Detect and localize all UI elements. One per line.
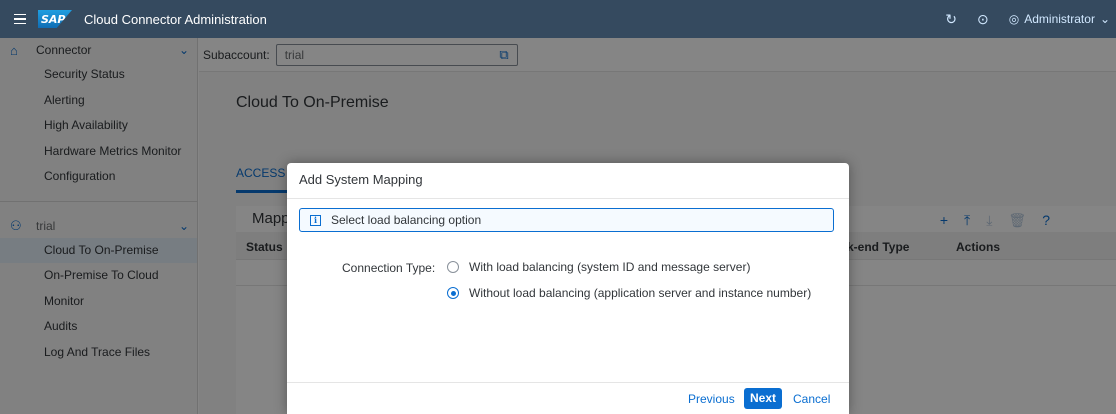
info-message: Select load balancing option [331,213,482,227]
logout-icon[interactable]: ⊙ [977,11,989,28]
user-menu[interactable]: ◎ Administrator ⌄ [1009,12,1110,26]
add-system-mapping-dialog: Add System Mapping i Select load balanci… [287,163,849,414]
radio-label: Without load balancing (application serv… [469,286,812,300]
cancel-button[interactable]: Cancel [793,392,830,406]
previous-button[interactable]: Previous [688,392,735,406]
dialog-footer: Previous Next Cancel [287,382,849,414]
menu-icon[interactable] [14,13,26,25]
next-button[interactable]: Next [744,388,783,409]
radio-button[interactable] [447,287,459,299]
sap-logo: SAP [38,10,72,28]
app-title: Cloud Connector Administration [84,11,267,27]
radio-label: With load balancing (system ID and messa… [469,260,751,274]
shell-bar: SAP Cloud Connector Administration ↻ ⊙ ◎… [0,0,1116,38]
chevron-down-icon: ⌄ [1099,12,1110,26]
user-name: Administrator [1024,12,1095,26]
refresh-icon[interactable]: ↻ [945,11,957,28]
radio-without-load-balancing[interactable]: Without load balancing (application serv… [447,286,811,300]
radio-with-load-balancing[interactable]: With load balancing (system ID and messa… [447,260,750,274]
connection-type-label: Connection Type: [342,261,436,275]
user-icon: ◎ [1008,12,1020,26]
info-icon: i [310,214,321,226]
info-message-strip: i Select load balancing option [299,208,834,232]
radio-button[interactable] [447,261,459,273]
dialog-title: Add System Mapping [287,163,849,199]
